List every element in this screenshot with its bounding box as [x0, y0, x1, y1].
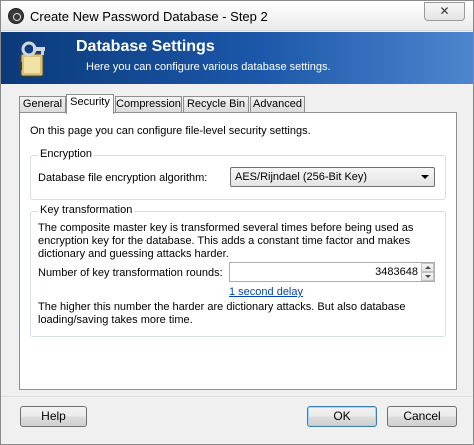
encryption-group: Encryption Database file encryption algo…	[30, 148, 446, 200]
keepass-lock-icon	[8, 8, 24, 24]
stepper-down-icon[interactable]	[421, 272, 434, 281]
tab-recycle-bin[interactable]: Recycle Bin	[183, 96, 249, 113]
stepper-buttons	[421, 263, 434, 281]
encryption-algorithm-value: AES/Rijndael (256-Bit Key)	[235, 171, 368, 183]
tab-advanced[interactable]: Advanced	[250, 96, 305, 113]
key-transformation-group: Key transformation The composite master …	[30, 204, 446, 337]
close-button[interactable]: ✕	[424, 2, 465, 21]
tab-general[interactable]: General	[19, 96, 66, 113]
tab-compression[interactable]: Compression	[115, 96, 182, 113]
title-bar: Create New Password Database - Step 2 ✕	[1, 1, 473, 31]
ok-button[interactable]: OK	[307, 406, 377, 427]
key-transformation-description: The composite master key is transformed …	[38, 222, 414, 260]
button-bar-separator	[1, 396, 473, 397]
key-transformation-group-label: Key transformation	[38, 204, 135, 216]
dialog-window: Create New Password Database - Step 2 ✕ …	[0, 0, 474, 445]
banner-title: Database Settings	[76, 38, 215, 55]
help-button[interactable]: Help	[20, 406, 87, 427]
cancel-button[interactable]: Cancel	[387, 406, 457, 427]
key-transformation-note: The higher this number the harder are di…	[38, 301, 406, 326]
header-banner: Database Settings Here you can configure…	[1, 32, 473, 84]
stepper-up-icon[interactable]	[421, 263, 434, 272]
intro-text: On this page you can configure file-leve…	[30, 125, 311, 137]
algorithm-label: Database file encryption algorithm:	[38, 172, 208, 184]
chevron-down-icon	[421, 175, 429, 179]
rounds-value[interactable]: 3483648	[375, 266, 418, 278]
banner-subtitle: Here you can configure various database …	[86, 61, 331, 73]
database-key-icon	[19, 41, 45, 77]
window-title: Create New Password Database - Step 2	[30, 9, 268, 24]
security-tab-panel: On this page you can configure file-leve…	[19, 112, 457, 390]
rounds-label: Number of key transformation rounds:	[38, 267, 223, 279]
one-second-delay-link[interactable]: 1 second delay	[229, 286, 303, 298]
tab-security[interactable]: Security	[66, 94, 114, 114]
encryption-group-label: Encryption	[38, 148, 94, 160]
rounds-stepper[interactable]: 3483648	[229, 262, 435, 282]
encryption-algorithm-select[interactable]: AES/Rijndael (256-Bit Key)	[230, 167, 435, 187]
